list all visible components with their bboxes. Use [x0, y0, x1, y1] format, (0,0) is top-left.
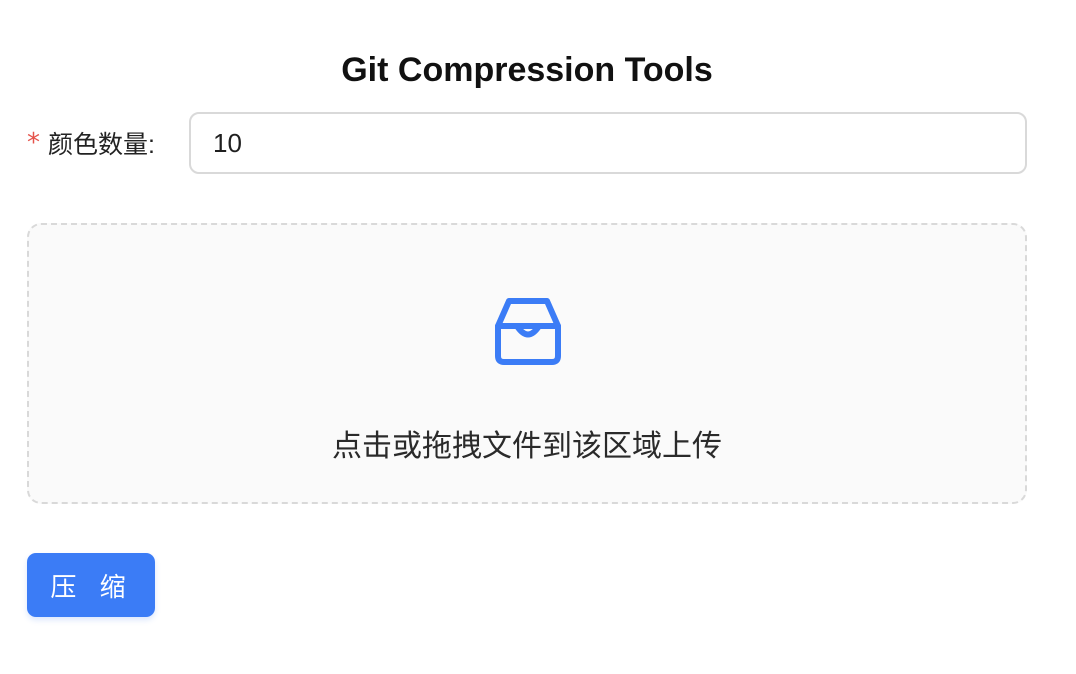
upload-hint-text: 点击或拖拽文件到该区域上传 [332, 430, 722, 463]
color-count-label-text: 颜色数量: [48, 131, 155, 159]
upload-dropzone[interactable]: 点击或拖拽文件到该区域上传 [27, 223, 1027, 504]
color-count-label: * 颜色数量: [27, 112, 189, 174]
required-mark: * [27, 128, 40, 158]
color-count-form-item: * 颜色数量: [27, 112, 1027, 174]
compress-button[interactable]: 压 缩 [27, 553, 155, 617]
page-title: Git Compression Tools [341, 50, 713, 89]
color-count-input[interactable] [189, 112, 1027, 174]
inbox-icon [495, 298, 561, 365]
